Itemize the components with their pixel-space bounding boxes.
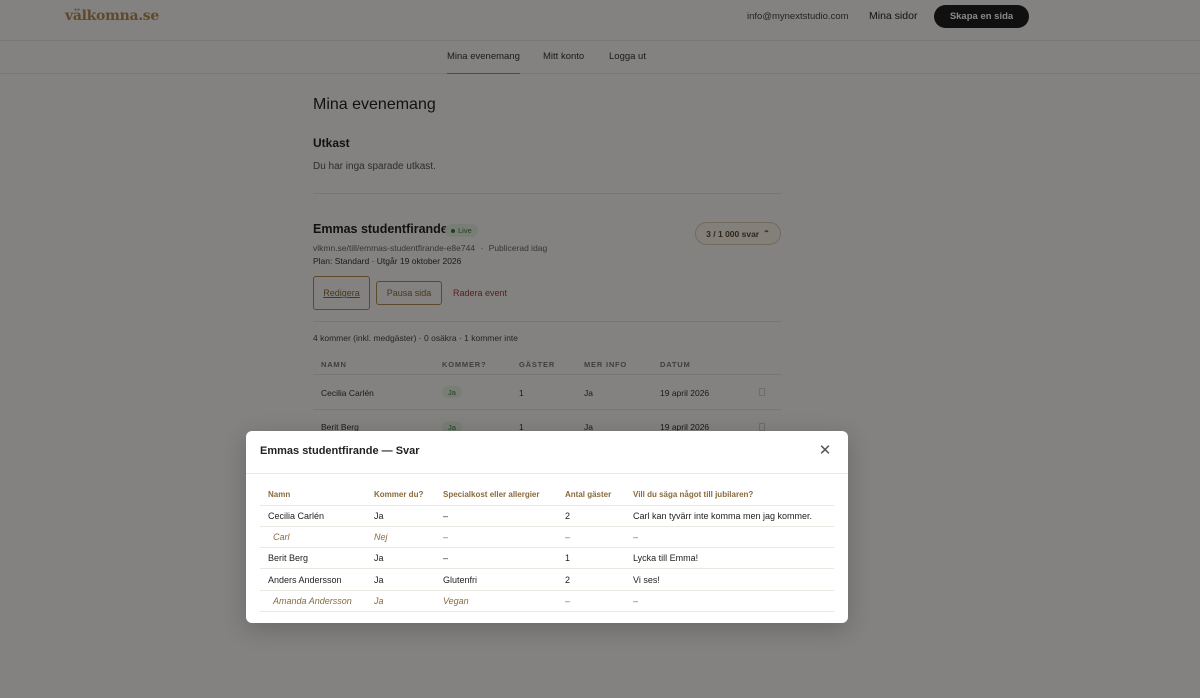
modal-row-guests: 2 xyxy=(565,511,571,521)
modal-row-coming: Ja xyxy=(374,511,384,521)
modal-row-message: Vi ses! xyxy=(633,575,660,585)
responses-modal: Emmas studentfirande — Svar ✕ Namn Komme… xyxy=(246,431,848,623)
modal-table-divider xyxy=(260,505,834,506)
modal-row-coming: Ja xyxy=(374,553,384,563)
modal-row-diet: Vegan xyxy=(443,596,469,606)
modal-title: Emmas studentfirande — Svar xyxy=(260,445,420,457)
modal-column-meddelande: Vill du säga något till jubilaren? xyxy=(633,490,754,499)
modal-row-divider xyxy=(260,590,834,591)
modal-row-message: Carl kan tyvärr inte komma men jag komme… xyxy=(633,511,813,521)
modal-row-message: – xyxy=(633,532,639,542)
modal-row-name: Anders Andersson xyxy=(268,575,342,585)
modal-column-antal-gaster: Antal gäster xyxy=(565,490,612,499)
modal-header-divider xyxy=(246,473,848,474)
modal-row-name: Amanda Andersson xyxy=(273,596,352,606)
modal-row-coming: Nej xyxy=(374,532,388,542)
modal-row-diet: – xyxy=(443,532,449,542)
modal-row-guests: 2 xyxy=(565,575,571,585)
modal-row-guests: 1 xyxy=(565,553,571,563)
modal-row-guests: – xyxy=(565,596,571,606)
modal-row-divider xyxy=(260,611,834,612)
modal-row-diet: – xyxy=(443,553,449,563)
modal-column-kommer: Kommer du? xyxy=(374,490,424,499)
modal-column-specialkost: Specialkost eller allergier xyxy=(443,490,540,499)
modal-row-guests: – xyxy=(565,532,571,542)
modal-row-message: – xyxy=(633,596,639,606)
modal-row-divider xyxy=(260,547,834,548)
modal-row-message: Lycka till Emma! xyxy=(633,553,699,563)
modal-row-name: Cecilia Carlén xyxy=(268,511,325,521)
modal-row-diet: – xyxy=(443,511,449,521)
modal-row-divider xyxy=(260,568,834,569)
close-icon[interactable]: ✕ xyxy=(818,443,832,458)
modal-row-diet: Glutenfri xyxy=(443,575,478,585)
modal-row-divider xyxy=(260,526,834,527)
modal-row-coming: Ja xyxy=(374,575,384,585)
modal-column-namn: Namn xyxy=(268,490,291,499)
modal-row-name: Carl xyxy=(273,532,290,542)
modal-row-name: Berit Berg xyxy=(268,553,309,563)
modal-row-coming: Ja xyxy=(374,596,384,606)
